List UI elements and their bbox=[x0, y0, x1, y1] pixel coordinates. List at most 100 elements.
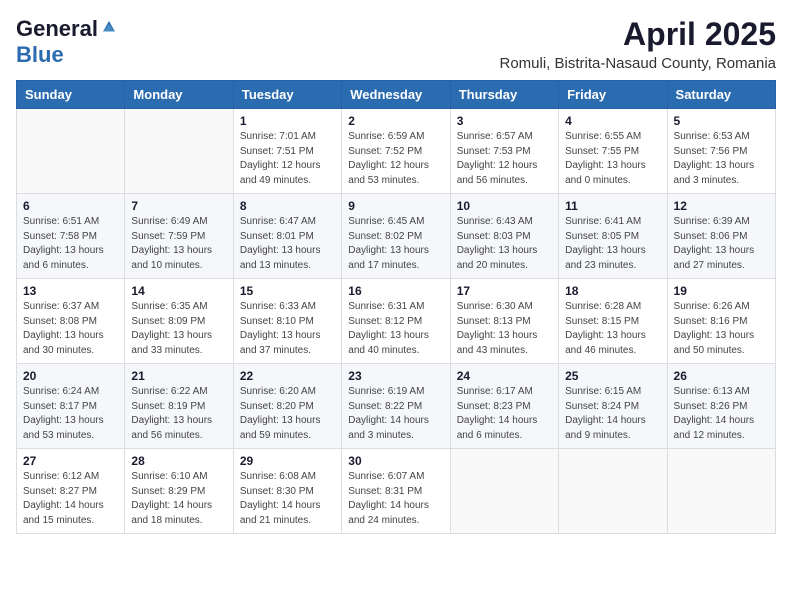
day-info: Sunrise: 6:20 AMSunset: 8:20 PMDaylight:… bbox=[240, 385, 335, 443]
logo-general: General bbox=[16, 16, 98, 42]
title-block: April 2025 Romuli, Bistrita-Nasaud Count… bbox=[500, 16, 777, 72]
day-number: 2 bbox=[348, 114, 443, 128]
day-number: 5 bbox=[674, 114, 769, 128]
day-number: 26 bbox=[674, 369, 769, 383]
calendar-cell: 30 Sunrise: 6:07 AMSunset: 8:31 PMDayligh… bbox=[342, 449, 450, 534]
day-info: Sunrise: 6:31 AMSunset: 8:12 PMDaylight:… bbox=[348, 300, 443, 358]
day-number: 8 bbox=[240, 199, 335, 213]
calendar-week-row: 6 Sunrise: 6:51 AMSunset: 7:58 PMDaylight… bbox=[17, 194, 776, 279]
day-info: Sunrise: 6:22 AMSunset: 8:19 PMDaylight:… bbox=[131, 385, 226, 443]
calendar-cell bbox=[559, 449, 667, 534]
calendar-cell: 21Sunrise: 6:22 AMSunset: 8:19 PMDayligh… bbox=[125, 364, 233, 449]
day-number: 19 bbox=[674, 284, 769, 298]
day-info: Sunrise: 6:10 AMSunset: 8:29 PMDaylight:… bbox=[131, 470, 226, 528]
day-info: Sunrise: 6:08 AMSunset: 8:30 PMDaylight:… bbox=[240, 470, 335, 528]
calendar-cell: 13Sunrise: 6:37 AMSunset: 8:08 PMDayligh… bbox=[17, 279, 125, 364]
calendar-cell: 27 Sunrise: 6:12 AMSunset: 8:27 PMDayligh… bbox=[17, 449, 125, 534]
calendar-cell: 1 Sunrise: 7:01 AMSunset: 7:51 PMDaylight… bbox=[233, 109, 341, 194]
calendar-cell: 6 Sunrise: 6:51 AMSunset: 7:58 PMDaylight… bbox=[17, 194, 125, 279]
day-info: Sunrise: 6:15 AMSunset: 8:24 PMDaylight:… bbox=[565, 385, 660, 443]
day-number: 28 bbox=[131, 454, 226, 468]
calendar-cell: 11 Sunrise: 6:41 AMSunset: 8:05 PMDayligh… bbox=[559, 194, 667, 279]
calendar-cell: 15Sunrise: 6:33 AMSunset: 8:10 PMDayligh… bbox=[233, 279, 341, 364]
day-number: 23 bbox=[348, 369, 443, 383]
day-number: 15 bbox=[240, 284, 335, 298]
day-info: Sunrise: 6:12 AMSunset: 8:27 PMDaylight:… bbox=[23, 470, 118, 528]
day-number: 4 bbox=[565, 114, 660, 128]
calendar-cell: 17 Sunrise: 6:30 AMSunset: 8:13 PMDayligh… bbox=[450, 279, 558, 364]
calendar-cell: 24 Sunrise: 6:17 AMSunset: 8:23 PMDayligh… bbox=[450, 364, 558, 449]
day-header-friday: Friday bbox=[559, 81, 667, 109]
calendar-cell: 23 Sunrise: 6:19 AMSunset: 8:22 PMDayligh… bbox=[342, 364, 450, 449]
day-info: Sunrise: 6:57 AMSunset: 7:53 PMDaylight:… bbox=[457, 130, 552, 188]
day-number: 14 bbox=[131, 284, 226, 298]
day-info: Sunrise: 6:26 AMSunset: 8:16 PMDaylight:… bbox=[674, 300, 769, 358]
day-info: Sunrise: 6:51 AMSunset: 7:58 PMDaylight:… bbox=[23, 215, 118, 273]
calendar-cell: 16 Sunrise: 6:31 AMSunset: 8:12 PMDayligh… bbox=[342, 279, 450, 364]
day-info: Sunrise: 7:01 AMSunset: 7:51 PMDaylight:… bbox=[240, 130, 335, 188]
day-header-tuesday: Tuesday bbox=[233, 81, 341, 109]
day-header-saturday: Saturday bbox=[667, 81, 775, 109]
calendar-cell: 26 Sunrise: 6:13 AMSunset: 8:26 PMDayligh… bbox=[667, 364, 775, 449]
logo-blue: Blue bbox=[16, 42, 64, 68]
calendar-cell: 14 Sunrise: 6:35 AMSunset: 8:09 PMDayligh… bbox=[125, 279, 233, 364]
calendar-table: SundayMondayTuesdayWednesdayThursdayFrid… bbox=[16, 80, 776, 534]
month-title: April 2025 bbox=[500, 16, 777, 53]
day-number: 16 bbox=[348, 284, 443, 298]
calendar-cell: 10Sunrise: 6:43 AMSunset: 8:03 PMDayligh… bbox=[450, 194, 558, 279]
calendar-cell: 7Sunrise: 6:49 AMSunset: 7:59 PMDaylight… bbox=[125, 194, 233, 279]
day-number: 12 bbox=[674, 199, 769, 213]
day-header-sunday: Sunday bbox=[17, 81, 125, 109]
day-number: 20 bbox=[23, 369, 118, 383]
day-number: 11 bbox=[565, 199, 660, 213]
day-info: Sunrise: 6:35 AMSunset: 8:09 PMDaylight:… bbox=[131, 300, 226, 358]
calendar-week-row: 1 Sunrise: 7:01 AMSunset: 7:51 PMDaylight… bbox=[17, 109, 776, 194]
logo-icon bbox=[100, 18, 118, 36]
calendar-cell bbox=[17, 109, 125, 194]
day-info: Sunrise: 6:59 AMSunset: 7:52 PMDaylight:… bbox=[348, 130, 443, 188]
day-header-thursday: Thursday bbox=[450, 81, 558, 109]
day-number: 3 bbox=[457, 114, 552, 128]
calendar-cell: 29 Sunrise: 6:08 AMSunset: 8:30 PMDayligh… bbox=[233, 449, 341, 534]
calendar-cell: 20 Sunrise: 6:24 AMSunset: 8:17 PMDayligh… bbox=[17, 364, 125, 449]
day-number: 27 bbox=[23, 454, 118, 468]
day-number: 30 bbox=[348, 454, 443, 468]
day-number: 13 bbox=[23, 284, 118, 298]
calendar-cell: 4Sunrise: 6:55 AMSunset: 7:55 PMDaylight… bbox=[559, 109, 667, 194]
day-number: 17 bbox=[457, 284, 552, 298]
day-number: 22 bbox=[240, 369, 335, 383]
day-info: Sunrise: 6:53 AMSunset: 7:56 PMDaylight:… bbox=[674, 130, 769, 188]
day-info: Sunrise: 6:45 AMSunset: 8:02 PMDaylight:… bbox=[348, 215, 443, 273]
day-number: 18 bbox=[565, 284, 660, 298]
logo: General Blue bbox=[16, 16, 118, 68]
calendar-cell: 28 Sunrise: 6:10 AMSunset: 8:29 PMDayligh… bbox=[125, 449, 233, 534]
day-info: Sunrise: 6:07 AMSunset: 8:31 PMDaylight:… bbox=[348, 470, 443, 528]
day-info: Sunrise: 6:43 AMSunset: 8:03 PMDaylight:… bbox=[457, 215, 552, 273]
calendar-cell: 18Sunrise: 6:28 AMSunset: 8:15 PMDayligh… bbox=[559, 279, 667, 364]
calendar-week-row: 13Sunrise: 6:37 AMSunset: 8:08 PMDayligh… bbox=[17, 279, 776, 364]
day-info: Sunrise: 6:17 AMSunset: 8:23 PMDaylight:… bbox=[457, 385, 552, 443]
day-info: Sunrise: 6:30 AMSunset: 8:13 PMDaylight:… bbox=[457, 300, 552, 358]
calendar-cell: 9Sunrise: 6:45 AMSunset: 8:02 PMDaylight… bbox=[342, 194, 450, 279]
calendar-header-row: SundayMondayTuesdayWednesdayThursdayFrid… bbox=[17, 81, 776, 109]
calendar-cell: 5 Sunrise: 6:53 AMSunset: 7:56 PMDaylight… bbox=[667, 109, 775, 194]
day-header-wednesday: Wednesday bbox=[342, 81, 450, 109]
location-title: Romuli, Bistrita-Nasaud County, Romania bbox=[500, 55, 777, 72]
day-info: Sunrise: 6:13 AMSunset: 8:26 PMDaylight:… bbox=[674, 385, 769, 443]
day-header-monday: Monday bbox=[125, 81, 233, 109]
calendar-cell: 19 Sunrise: 6:26 AMSunset: 8:16 PMDayligh… bbox=[667, 279, 775, 364]
day-number: 1 bbox=[240, 114, 335, 128]
day-number: 24 bbox=[457, 369, 552, 383]
calendar-cell bbox=[450, 449, 558, 534]
day-number: 7 bbox=[131, 199, 226, 213]
day-info: Sunrise: 6:41 AMSunset: 8:05 PMDaylight:… bbox=[565, 215, 660, 273]
day-info: Sunrise: 6:19 AMSunset: 8:22 PMDaylight:… bbox=[348, 385, 443, 443]
calendar-week-row: 20 Sunrise: 6:24 AMSunset: 8:17 PMDayligh… bbox=[17, 364, 776, 449]
day-number: 29 bbox=[240, 454, 335, 468]
day-info: Sunrise: 6:24 AMSunset: 8:17 PMDaylight:… bbox=[23, 385, 118, 443]
day-info: Sunrise: 6:47 AMSunset: 8:01 PMDaylight:… bbox=[240, 215, 335, 273]
calendar-week-row: 27 Sunrise: 6:12 AMSunset: 8:27 PMDayligh… bbox=[17, 449, 776, 534]
day-number: 6 bbox=[23, 199, 118, 213]
calendar-cell: 12Sunrise: 6:39 AMSunset: 8:06 PMDayligh… bbox=[667, 194, 775, 279]
calendar-cell: 2 Sunrise: 6:59 AMSunset: 7:52 PMDaylight… bbox=[342, 109, 450, 194]
